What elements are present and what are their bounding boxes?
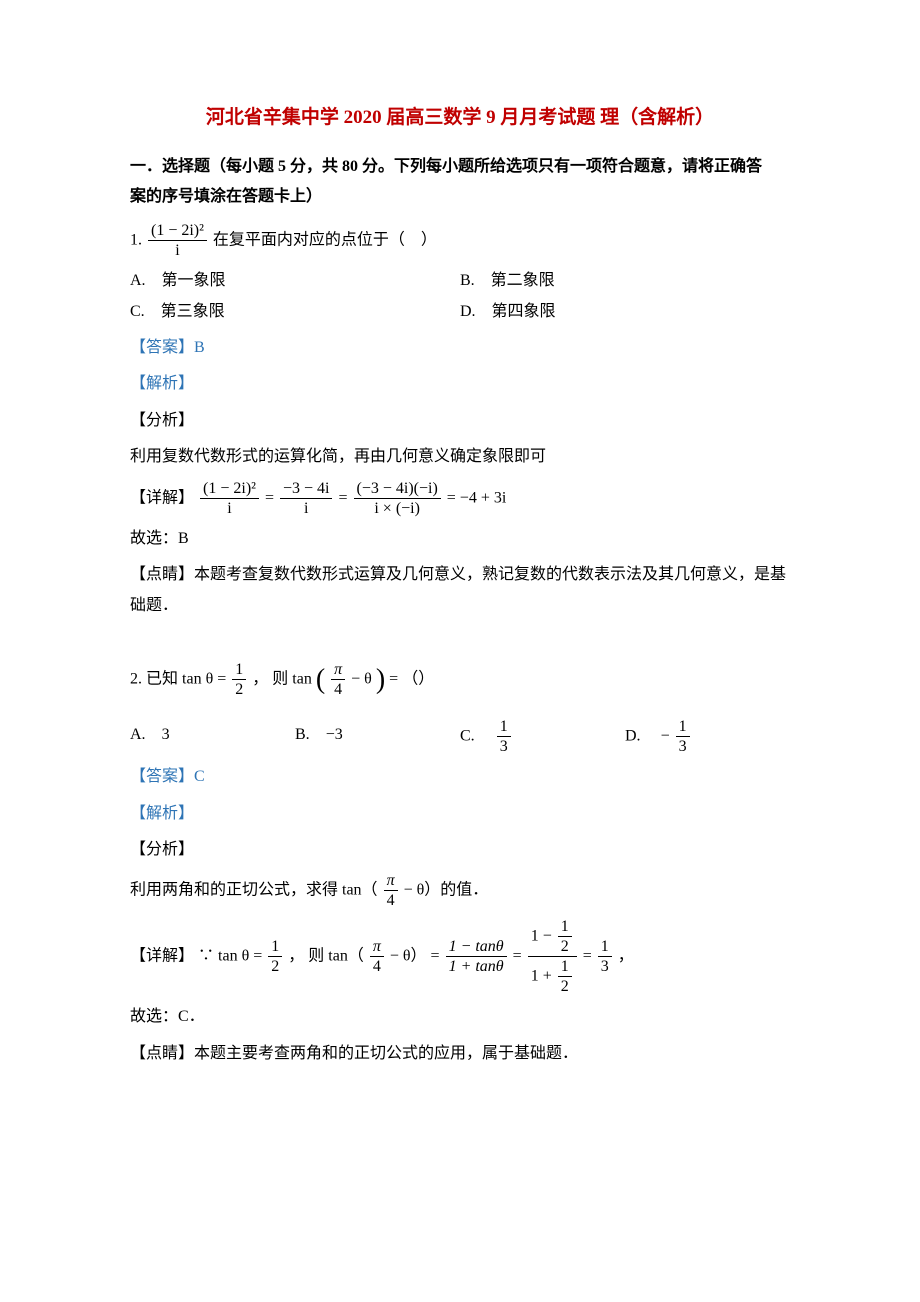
q2-tan-frac: 1 2 <box>232 660 246 699</box>
q2-answer: 【答案】C <box>130 762 790 792</box>
q2-option-d: D. − 1 3 <box>625 717 790 756</box>
q2-d-mid-frac: π 4 <box>370 937 384 976</box>
q2-d-tan: 1 2 <box>268 937 282 976</box>
q2-dianjing: 【点睛】本题主要考查两角和的正切公式的应用，属于基础题． <box>130 1039 790 1069</box>
q2-d-f2-den: 1 + 1 2 <box>528 957 577 996</box>
q2-fenxi-label: 【分析】 <box>130 835 790 865</box>
q1-fenxi-text: 利用复数代数形式的运算化简，再由几何意义确定象限即可 <box>130 442 790 472</box>
q2-fenxi-text: 利用两角和的正切公式，求得 tan（ π 4 − θ）的值． <box>130 871 790 910</box>
eq2: = <box>338 489 351 506</box>
q2-options: A. 3 B. −3 C. 1 3 D. − 1 3 <box>130 717 790 756</box>
section-line1: 一．选择题（每小题 5 分，共 80 分。下列每小题所给选项只有一项符合题意，请… <box>130 158 762 175</box>
detail-label: 【详解】 <box>130 947 194 964</box>
page-title: 河北省辛集中学 2020 届高三数学 9 月月考试题 理（含解析） <box>130 100 790 136</box>
q2-tan2-pre: tan <box>292 671 312 688</box>
q1-row-cd: C. 第三象限 D. 第四象限 <box>130 297 790 327</box>
q1-expression: (1 − 2i)² i <box>148 221 207 260</box>
q2-d-f3: 1 3 <box>598 937 612 976</box>
question-1: 1. (1 − 2i)² i 在复平面内对应的点位于（ ） A. 第一象限 B.… <box>130 221 790 621</box>
q2-optc-frac: 1 3 <box>497 717 511 756</box>
q1-detail: 【详解】 (1 − 2i)² i = −3 − 4i i = (−3 − 4i)… <box>130 479 790 518</box>
q2-jiexi: 【解析】 <box>130 799 790 829</box>
rparen-icon: ) <box>376 664 385 695</box>
q1-d-f2: −3 − 4i i <box>280 479 333 518</box>
q1-jiexi: 【解析】 <box>130 369 790 399</box>
q1-option-c: C. 第三象限 <box>130 297 460 327</box>
q2-tan2-inner-frac: π 4 <box>331 660 345 699</box>
answer-label: 【答案】 <box>130 768 194 785</box>
lparen-icon: ( <box>316 664 325 695</box>
answer-label: 【答案】 <box>130 339 194 356</box>
q1-fenxi-label: 【分析】 <box>130 406 790 436</box>
q2-option-b: B. −3 <box>295 717 460 756</box>
q2-lead2: ， 则 <box>252 671 292 688</box>
q2-lead1: 已知 <box>146 671 182 688</box>
q2-tan2-suffix: − θ <box>351 671 372 688</box>
q1-number: 1. <box>130 231 142 248</box>
q2-d-f2-num: 1 − 1 2 <box>528 917 577 957</box>
q2-detail: 【详解】 ∵ tan θ = 1 2 ， 则 tan（ π 4 − θ） = 1… <box>130 917 790 997</box>
q2-d-f1: 1 − tanθ 1 + tanθ <box>446 937 507 976</box>
q1-expr-num: (1 − 2i)² <box>148 221 207 241</box>
q2-fenxi-frac: π 4 <box>384 871 398 910</box>
answer-value: B <box>194 339 205 356</box>
q1-option-a: A. 第一象限 <box>130 266 460 296</box>
q2-stem: 2. 已知 tan θ = 1 2 ， 则 tan ( π 4 − θ ) = … <box>130 649 790 711</box>
q2-number: 2. <box>130 671 142 688</box>
q2-taneq: tan θ = <box>182 671 230 688</box>
q1-d-result: = −4 + 3i <box>447 489 507 506</box>
q2-tail: = （） <box>389 671 434 688</box>
section-line2: 案的序号填涂在答题卡上） <box>130 188 322 205</box>
q1-question-tail: 在复平面内对应的点位于（ ） <box>213 231 437 248</box>
answer-value: C <box>194 768 205 785</box>
q1-guxuan: 故选：B <box>130 524 790 554</box>
eq1: = <box>265 489 278 506</box>
question-2: 2. 已知 tan θ = 1 2 ， 则 tan ( π 4 − θ ) = … <box>130 649 790 1069</box>
q1-answer: 【答案】B <box>130 333 790 363</box>
q2-guxuan: 故选：C． <box>130 1002 790 1032</box>
q1-d-f3: (−3 − 4i)(−i) i × (−i) <box>354 479 441 518</box>
q2-optd-frac: 1 3 <box>676 717 690 756</box>
q2-d-f2: 1 − 1 2 1 + 1 2 <box>528 917 577 997</box>
q2-option-a: A. 3 <box>130 717 295 756</box>
q1-option-b: B. 第二象限 <box>460 266 790 296</box>
detail-label: 【详解】 <box>130 489 194 506</box>
q2-option-c: C. 1 3 <box>460 717 625 756</box>
q1-expr-den: i <box>148 241 207 260</box>
q1-row-ab: A. 第一象限 B. 第二象限 <box>130 266 790 296</box>
q1-stem: 1. (1 − 2i)² i 在复平面内对应的点位于（ ） <box>130 221 790 260</box>
q1-option-d: D. 第四象限 <box>460 297 790 327</box>
section-header: 一．选择题（每小题 5 分，共 80 分。下列每小题所给选项只有一项符合题意，请… <box>130 152 790 213</box>
q1-dianjing: 【点睛】本题考查复数代数形式运算及几何意义，熟记复数的代数表示法及其几何意义，是… <box>130 560 790 621</box>
q1-d-f1: (1 − 2i)² i <box>200 479 259 518</box>
